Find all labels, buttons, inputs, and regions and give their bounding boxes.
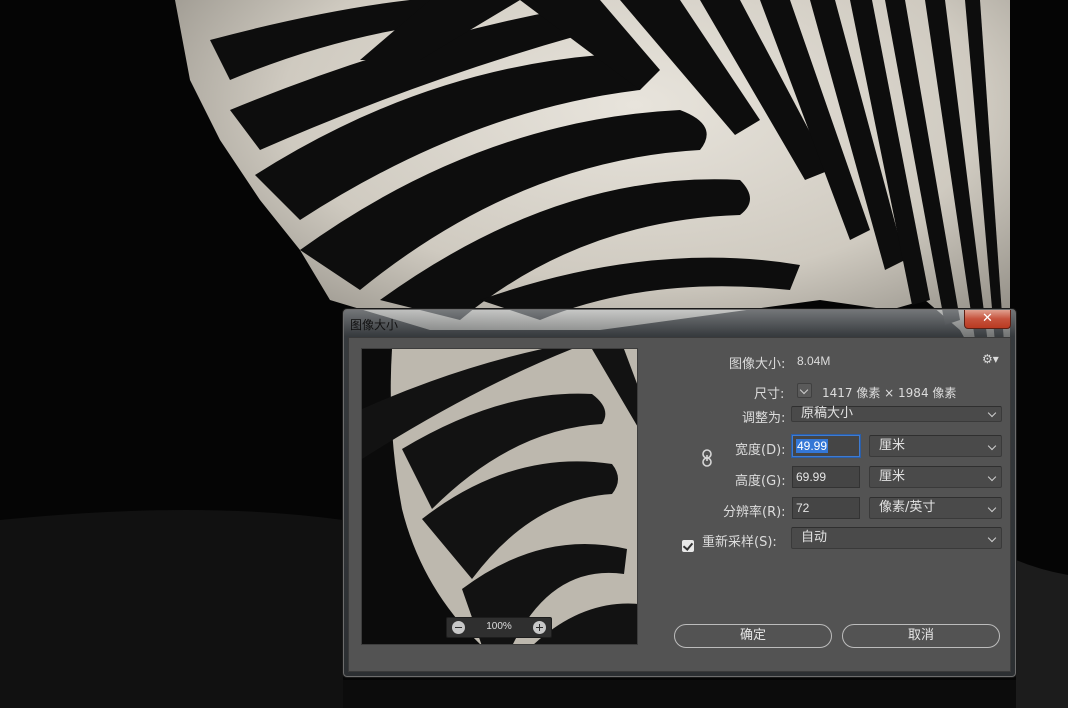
width-value: 49.99 <box>796 439 829 453</box>
resolution-input[interactable]: 72 <box>792 497 860 519</box>
resample-checkbox[interactable] <box>682 540 694 552</box>
resample-label: 重新采样(S): <box>702 535 777 550</box>
height-input[interactable]: 69.99 <box>792 466 860 488</box>
resolution-label: 分辨率(R): <box>723 505 786 520</box>
zoom-out-icon[interactable] <box>452 621 465 634</box>
chevron-down-icon <box>987 472 997 482</box>
dialog-title: 图像大小 <box>350 318 399 332</box>
chevron-down-icon <box>987 533 997 543</box>
height-unit-value: 厘米 <box>879 469 906 484</box>
dimensions-label: 尺寸: <box>754 387 785 402</box>
cancel-button[interactable]: 取消 <box>842 624 1000 648</box>
dialog-titlebar[interactable]: 图像大小 ✕ <box>344 310 1015 337</box>
chevron-down-icon <box>987 441 997 451</box>
link-icon[interactable] <box>701 449 713 467</box>
ok-button[interactable]: 确定 <box>674 624 832 648</box>
zoom-in-icon[interactable] <box>533 621 546 634</box>
resolution-unit-value: 像素/英寸 <box>879 500 936 515</box>
zoom-control: 100% <box>446 617 552 638</box>
height-unit-dropdown[interactable]: 厘米 <box>869 466 1002 488</box>
height-label: 高度(G): <box>735 474 786 489</box>
width-unit-dropdown[interactable]: 厘米 <box>869 435 1002 457</box>
dialog-body: 100% 图像大小: 8.04M ⚙▾ 尺寸: 1417 像素 × 1984 像… <box>348 337 1011 672</box>
fit-to-label: 调整为: <box>742 411 786 426</box>
height-value: 69.99 <box>796 470 827 484</box>
resample-value: 自动 <box>801 530 828 545</box>
dimensions-unit-dropdown[interactable] <box>797 383 812 398</box>
width-label: 宽度(D): <box>735 443 786 458</box>
chevron-down-icon <box>987 503 997 513</box>
resolution-unit-dropdown[interactable]: 像素/英寸 <box>869 497 1002 519</box>
preview-image <box>362 349 637 644</box>
image-size-value: 8.04M <box>797 354 831 368</box>
dimensions-value: 1417 像素 × 1984 像素 <box>822 386 957 400</box>
width-input[interactable]: 49.99 <box>792 435 860 457</box>
width-unit-value: 厘米 <box>879 438 906 453</box>
chevron-down-icon <box>987 408 997 418</box>
resample-dropdown[interactable]: 自动 <box>791 527 1002 549</box>
resolution-value: 72 <box>796 501 810 515</box>
image-size-dialog: 图像大小 ✕ 100% 图像大小: 8.04M ⚙▾ 尺寸: 1417 像素 ×… <box>343 309 1016 677</box>
image-preview[interactable]: 100% <box>361 348 638 645</box>
gear-icon[interactable]: ⚙▾ <box>982 352 999 366</box>
fit-to-dropdown[interactable]: 原稿大小 <box>791 406 1002 422</box>
fit-to-value: 原稿大小 <box>801 406 854 421</box>
zoom-level: 100% <box>486 621 512 632</box>
close-button[interactable]: ✕ <box>964 310 1011 329</box>
image-size-label: 图像大小: <box>729 357 786 372</box>
